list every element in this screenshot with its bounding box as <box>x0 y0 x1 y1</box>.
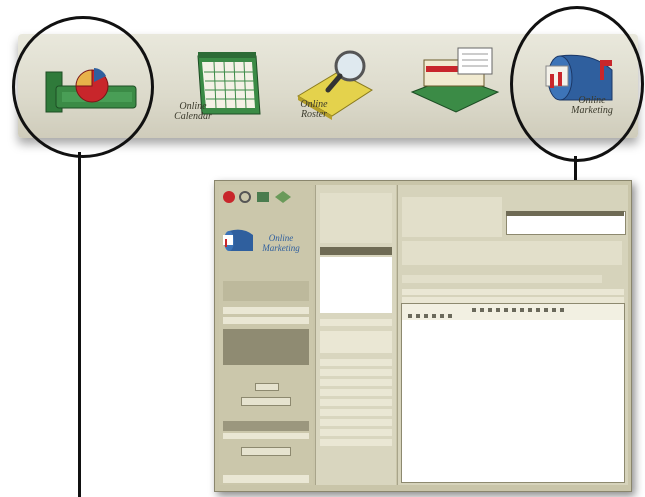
arrows-icon <box>275 191 291 203</box>
action-button[interactable] <box>241 397 291 406</box>
highlight-circle-left <box>12 16 154 158</box>
property-listing-icon <box>410 47 500 113</box>
intro-text-block <box>320 193 392 243</box>
nav-item[interactable] <box>320 319 392 326</box>
nav-header <box>320 247 392 255</box>
online-roster-label: Online Roster <box>300 99 328 120</box>
nav-item[interactable] <box>320 419 392 426</box>
nav-item[interactable] <box>320 359 392 366</box>
globe-icon <box>223 191 235 203</box>
marketing-app-screenshot: Online Marketing <box>214 180 632 492</box>
small-button[interactable] <box>255 383 279 391</box>
section-bar <box>223 421 309 431</box>
link-text[interactable] <box>402 275 602 283</box>
dark-info-box <box>223 329 309 365</box>
pointer-line-right <box>574 156 577 182</box>
online-calendar-tool[interactable]: Online Calendar <box>164 34 274 134</box>
property-listing-tool[interactable] <box>398 34 508 134</box>
nav-item[interactable] <box>320 389 392 396</box>
rss-icon <box>257 192 269 202</box>
stats-table-header <box>506 211 624 216</box>
app-icon-bar <box>223 191 291 203</box>
welcome-text <box>402 197 502 237</box>
editor-toolbar-icons <box>408 308 564 318</box>
nav-item[interactable] <box>320 429 392 436</box>
highlight-circle-right <box>510 6 644 162</box>
nav-item[interactable] <box>320 409 392 416</box>
pointer-line-left <box>78 152 81 497</box>
notice-box <box>320 257 392 313</box>
nav-item[interactable] <box>320 369 392 376</box>
footer-field[interactable] <box>223 475 309 483</box>
submit-button[interactable] <box>241 447 291 456</box>
select-field[interactable] <box>223 433 309 439</box>
app-brand-label: Online Marketing <box>262 233 300 253</box>
search-icon <box>239 191 251 203</box>
nav-item[interactable] <box>320 379 392 386</box>
info-box <box>223 281 309 301</box>
app-nav-column <box>315 185 396 485</box>
message-editor[interactable] <box>401 303 625 483</box>
form-row[interactable] <box>223 307 309 314</box>
nav-item[interactable] <box>320 439 392 446</box>
instructions-text <box>402 241 622 265</box>
online-roster-tool[interactable]: Online Roster <box>280 34 390 134</box>
online-calendar-label: Online Calendar <box>174 101 212 122</box>
app-left-panel: Online Marketing <box>219 185 313 485</box>
form-row[interactable] <box>223 317 309 324</box>
nav-item[interactable] <box>320 399 392 406</box>
subject-field[interactable] <box>402 289 624 295</box>
nav-group[interactable] <box>320 331 392 353</box>
